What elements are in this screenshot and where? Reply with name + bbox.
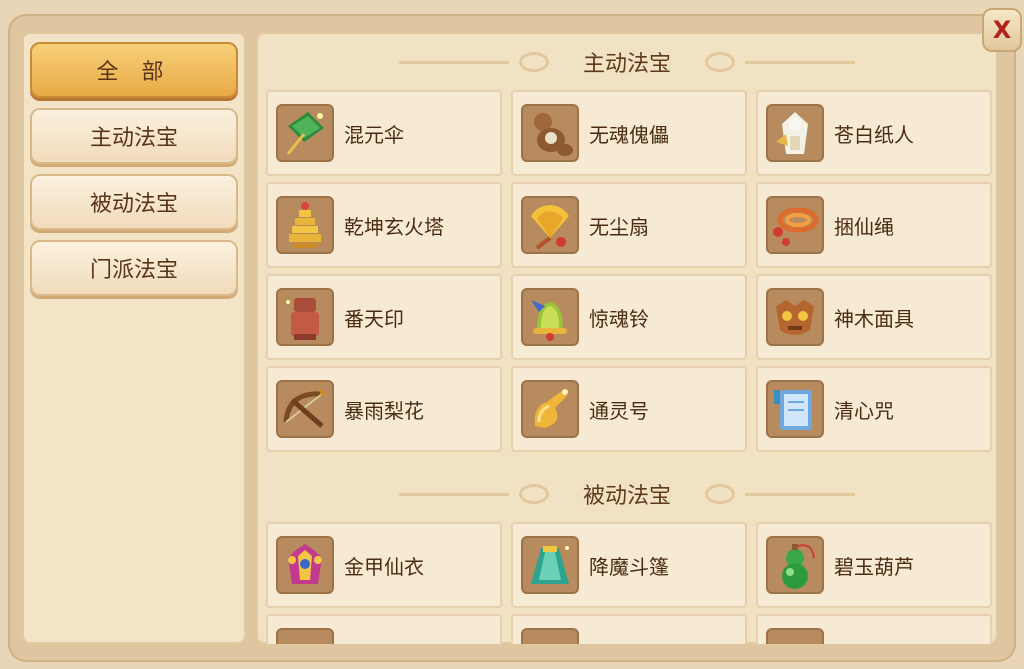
close-button[interactable]: X	[982, 8, 1022, 52]
treasure-name: 无尘扇	[589, 214, 649, 239]
treasure-name: 金甲仙衣	[344, 554, 424, 579]
ornament-right-icon	[705, 52, 855, 72]
treasure-card[interactable]	[756, 614, 992, 644]
category-passive-button[interactable]: 被动法宝	[30, 174, 238, 230]
treasure-name: 神木面具	[834, 306, 914, 331]
section-title: 主动法宝	[582, 52, 671, 77]
seal-icon	[276, 288, 334, 346]
treasure-card[interactable]: 无魂傀儡	[511, 90, 747, 176]
category-all-button[interactable]: 全 部	[30, 42, 238, 98]
treasure-name: 通灵号	[589, 398, 649, 423]
section-title: 被动法宝	[582, 484, 671, 509]
ornament-right-icon	[705, 484, 855, 504]
treasure-name: 混元伞	[344, 122, 404, 147]
close-icon[interactable]: X	[993, 16, 1012, 44]
treasure-icon	[276, 628, 334, 644]
crossbow-icon	[276, 380, 334, 438]
treasure-card[interactable]: 惊魂铃	[511, 274, 747, 360]
gourd-icon	[766, 536, 824, 594]
treasure-card[interactable]: 番天印	[266, 274, 502, 360]
treasure-card[interactable]: 混元伞	[266, 90, 502, 176]
category-sidebar: 全 部 主动法宝 被动法宝 门派法宝	[22, 32, 246, 644]
treasure-card[interactable]: 苍白纸人	[756, 90, 992, 176]
paper-figure-icon	[766, 104, 824, 162]
bell-icon	[521, 288, 579, 346]
treasure-card[interactable]: 无尘扇	[511, 182, 747, 268]
mask-icon	[766, 288, 824, 346]
treasure-name: 乾坤玄火塔	[344, 214, 444, 239]
category-sect-button[interactable]: 门派法宝	[30, 240, 238, 296]
treasure-name: 暴雨梨花	[344, 398, 424, 423]
treasure-name: 无魂傀儡	[589, 122, 669, 147]
treasure-card[interactable]: 暴雨梨花	[266, 366, 502, 452]
treasure-name: 捆仙绳	[834, 214, 894, 239]
treasure-name: 降魔斗篷	[589, 554, 669, 579]
section-header-active: 主动法宝	[256, 42, 998, 82]
armor-icon	[276, 536, 334, 594]
treasure-name: 惊魂铃	[589, 306, 649, 331]
treasure-card[interactable]	[511, 614, 747, 644]
treasure-name: 苍白纸人	[834, 122, 914, 147]
treasure-list-panel[interactable]: 主动法宝 混元伞 无魂傀儡 苍白纸人 乾坤玄火塔 无尘扇 捆仙绳 番天印 惊魂铃…	[256, 32, 998, 644]
treasure-card[interactable]: 乾坤玄火塔	[266, 182, 502, 268]
fan-icon	[521, 196, 579, 254]
pagoda-icon	[276, 196, 334, 254]
treasure-card[interactable]: 降魔斗篷	[511, 522, 747, 608]
cloak-icon	[521, 536, 579, 594]
ornament-left-icon	[398, 52, 549, 72]
puppet-icon	[521, 104, 579, 162]
treasure-name: 番天印	[344, 306, 404, 331]
treasure-icon	[766, 628, 824, 644]
scroll-book-icon	[766, 380, 824, 438]
rope-icon	[766, 196, 824, 254]
treasure-card[interactable]: 通灵号	[511, 366, 747, 452]
treasure-card[interactable]: 碧玉葫芦	[756, 522, 992, 608]
treasure-card[interactable]: 捆仙绳	[756, 182, 992, 268]
treasure-card[interactable]: 神木面具	[756, 274, 992, 360]
treasure-name: 清心咒	[834, 398, 894, 423]
horn-icon	[521, 380, 579, 438]
section-header-passive: 被动法宝	[256, 474, 998, 514]
category-active-button[interactable]: 主动法宝	[30, 108, 238, 164]
ornament-left-icon	[398, 484, 549, 504]
treasure-card[interactable]: 金甲仙衣	[266, 522, 502, 608]
umbrella-icon	[276, 104, 334, 162]
treasure-name: 碧玉葫芦	[834, 554, 914, 579]
treasure-icon	[521, 628, 579, 644]
treasure-card[interactable]	[266, 614, 502, 644]
treasure-card[interactable]: 清心咒	[756, 366, 992, 452]
